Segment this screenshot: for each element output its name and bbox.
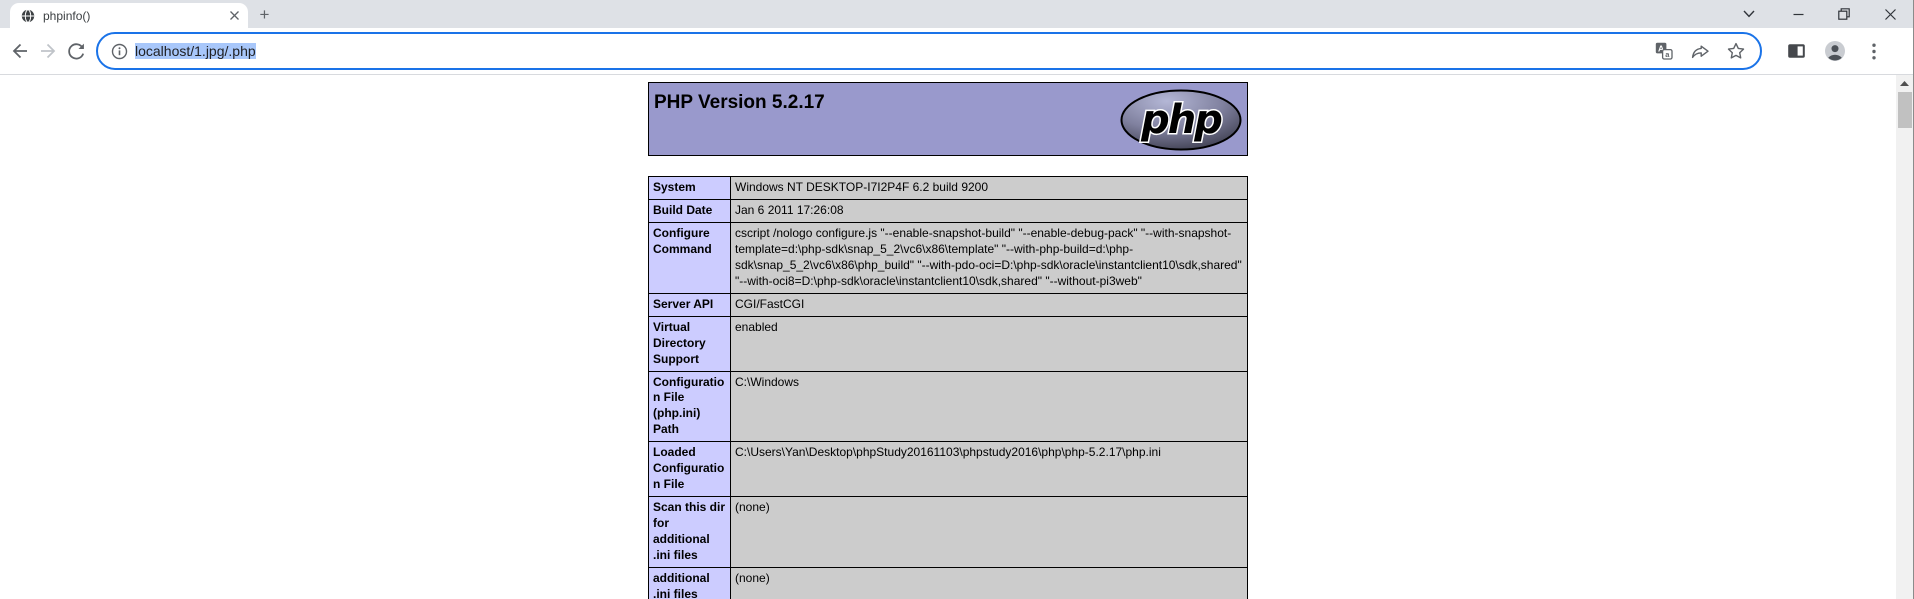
table-row: SystemWindows NT DESKTOP-I7I2P4F 6.2 bui… [649,177,1248,200]
forward-button[interactable] [34,37,62,65]
table-row: Configuration File (php.ini) PathC:\Wind… [649,371,1248,442]
phpinfo-table: SystemWindows NT DESKTOP-I7I2P4F 6.2 bui… [648,176,1248,599]
table-row: Build DateJan 6 2011 17:26:08 [649,199,1248,222]
plus-icon: + [260,5,270,25]
arrow-right-icon [38,41,58,61]
vertical-scrollbar[interactable] [1896,75,1913,599]
phpinfo-header-table: PHP Version 5.2.17 [648,82,1248,156]
side-panel-button[interactable] [1783,38,1809,64]
avatar-icon [1824,40,1846,62]
scrollbar-up-button[interactable] [1896,75,1913,91]
globe-icon [21,9,35,23]
row-label: Configuration File (php.ini) Path [649,371,731,442]
row-value: cscript /nologo configure.js "--enable-s… [731,222,1248,293]
site-info-button[interactable] [108,40,130,62]
url-selected-text: localhost/1.jpg/.php [135,43,256,59]
row-label: Virtual Directory Support [649,316,731,371]
side-panel-icon [1787,42,1806,60]
tab-phpinfo[interactable]: phpinfo() [10,3,248,28]
row-label: Server API [649,293,731,316]
profile-button[interactable] [1822,38,1848,64]
window-controls [1775,0,1913,28]
row-value: C:\Users\Yan\Desktop\phpStudy20161103\ph… [731,442,1248,497]
table-row: Loaded Configuration FileC:\Users\Yan\De… [649,442,1248,497]
tab-search-button[interactable] [1740,5,1758,23]
star-icon [1727,42,1745,60]
row-value: (none) [731,497,1248,568]
info-icon [111,43,128,60]
row-label: System [649,177,731,200]
new-tab-button[interactable]: + [254,4,275,25]
row-label: Scan this dir for additional .ini files [649,497,731,568]
row-value: Jan 6 2011 17:26:08 [731,199,1248,222]
restore-icon [1838,8,1850,20]
scrollbar-thumb[interactable] [1898,92,1912,128]
share-button[interactable] [1688,39,1712,63]
translate-icon: A a [1655,42,1673,60]
close-icon [230,11,239,20]
triangle-up-icon [1900,81,1909,86]
restore-button[interactable] [1821,0,1867,28]
kebab-menu-icon [1872,43,1876,60]
close-window-button[interactable] [1867,0,1913,28]
row-value: C:\Windows [731,371,1248,442]
table-row: Virtual Directory Supportenabled [649,316,1248,371]
address-bar[interactable]: localhost/1.jpg/.php A a [96,32,1762,70]
translate-button[interactable]: A a [1652,39,1676,63]
tab-title: phpinfo() [43,9,218,23]
url-text[interactable]: localhost/1.jpg/.php [135,43,256,59]
row-value: enabled [731,316,1248,371]
bookmark-button[interactable] [1724,39,1748,63]
table-row: Scan this dir for additional .ini files(… [649,497,1248,568]
php-logo-text: php [1140,97,1222,143]
tab-strip: phpinfo() + [0,0,1913,28]
browser-menu-button[interactable] [1861,38,1887,64]
row-label: Build Date [649,199,731,222]
browser-toolbar: localhost/1.jpg/.php A a [0,28,1913,74]
info-table-body: SystemWindows NT DESKTOP-I7I2P4F 6.2 bui… [649,177,1248,599]
php-logo: php [1119,89,1243,156]
row-value: CGI/FastCGI [731,293,1248,316]
arrow-left-icon [10,41,30,61]
row-value: Windows NT DESKTOP-I7I2P4F 6.2 build 920… [731,177,1248,200]
table-row: additional .ini files parsed(none) [649,568,1248,599]
page-content: PHP Version 5.2.17 [0,75,1896,599]
minimize-icon [1793,9,1804,20]
table-gap [648,156,1248,176]
browser-window: phpinfo() + [0,0,1914,599]
minimize-button[interactable] [1775,0,1821,28]
back-button[interactable] [6,37,34,65]
row-label: Configure Command [649,222,731,293]
row-label: additional .ini files parsed [649,568,731,599]
row-value: (none) [731,568,1248,599]
reload-button[interactable] [62,37,90,65]
share-icon [1691,42,1710,60]
close-icon [1885,9,1896,20]
row-label: Loaded Configuration File [649,442,731,497]
table-row: Configure Commandcscript /nologo configu… [649,222,1248,293]
chevron-down-icon [1743,10,1755,18]
reload-icon [66,41,86,61]
table-row: Server APICGI/FastCGI [649,293,1248,316]
tab-close-button[interactable] [226,8,242,24]
